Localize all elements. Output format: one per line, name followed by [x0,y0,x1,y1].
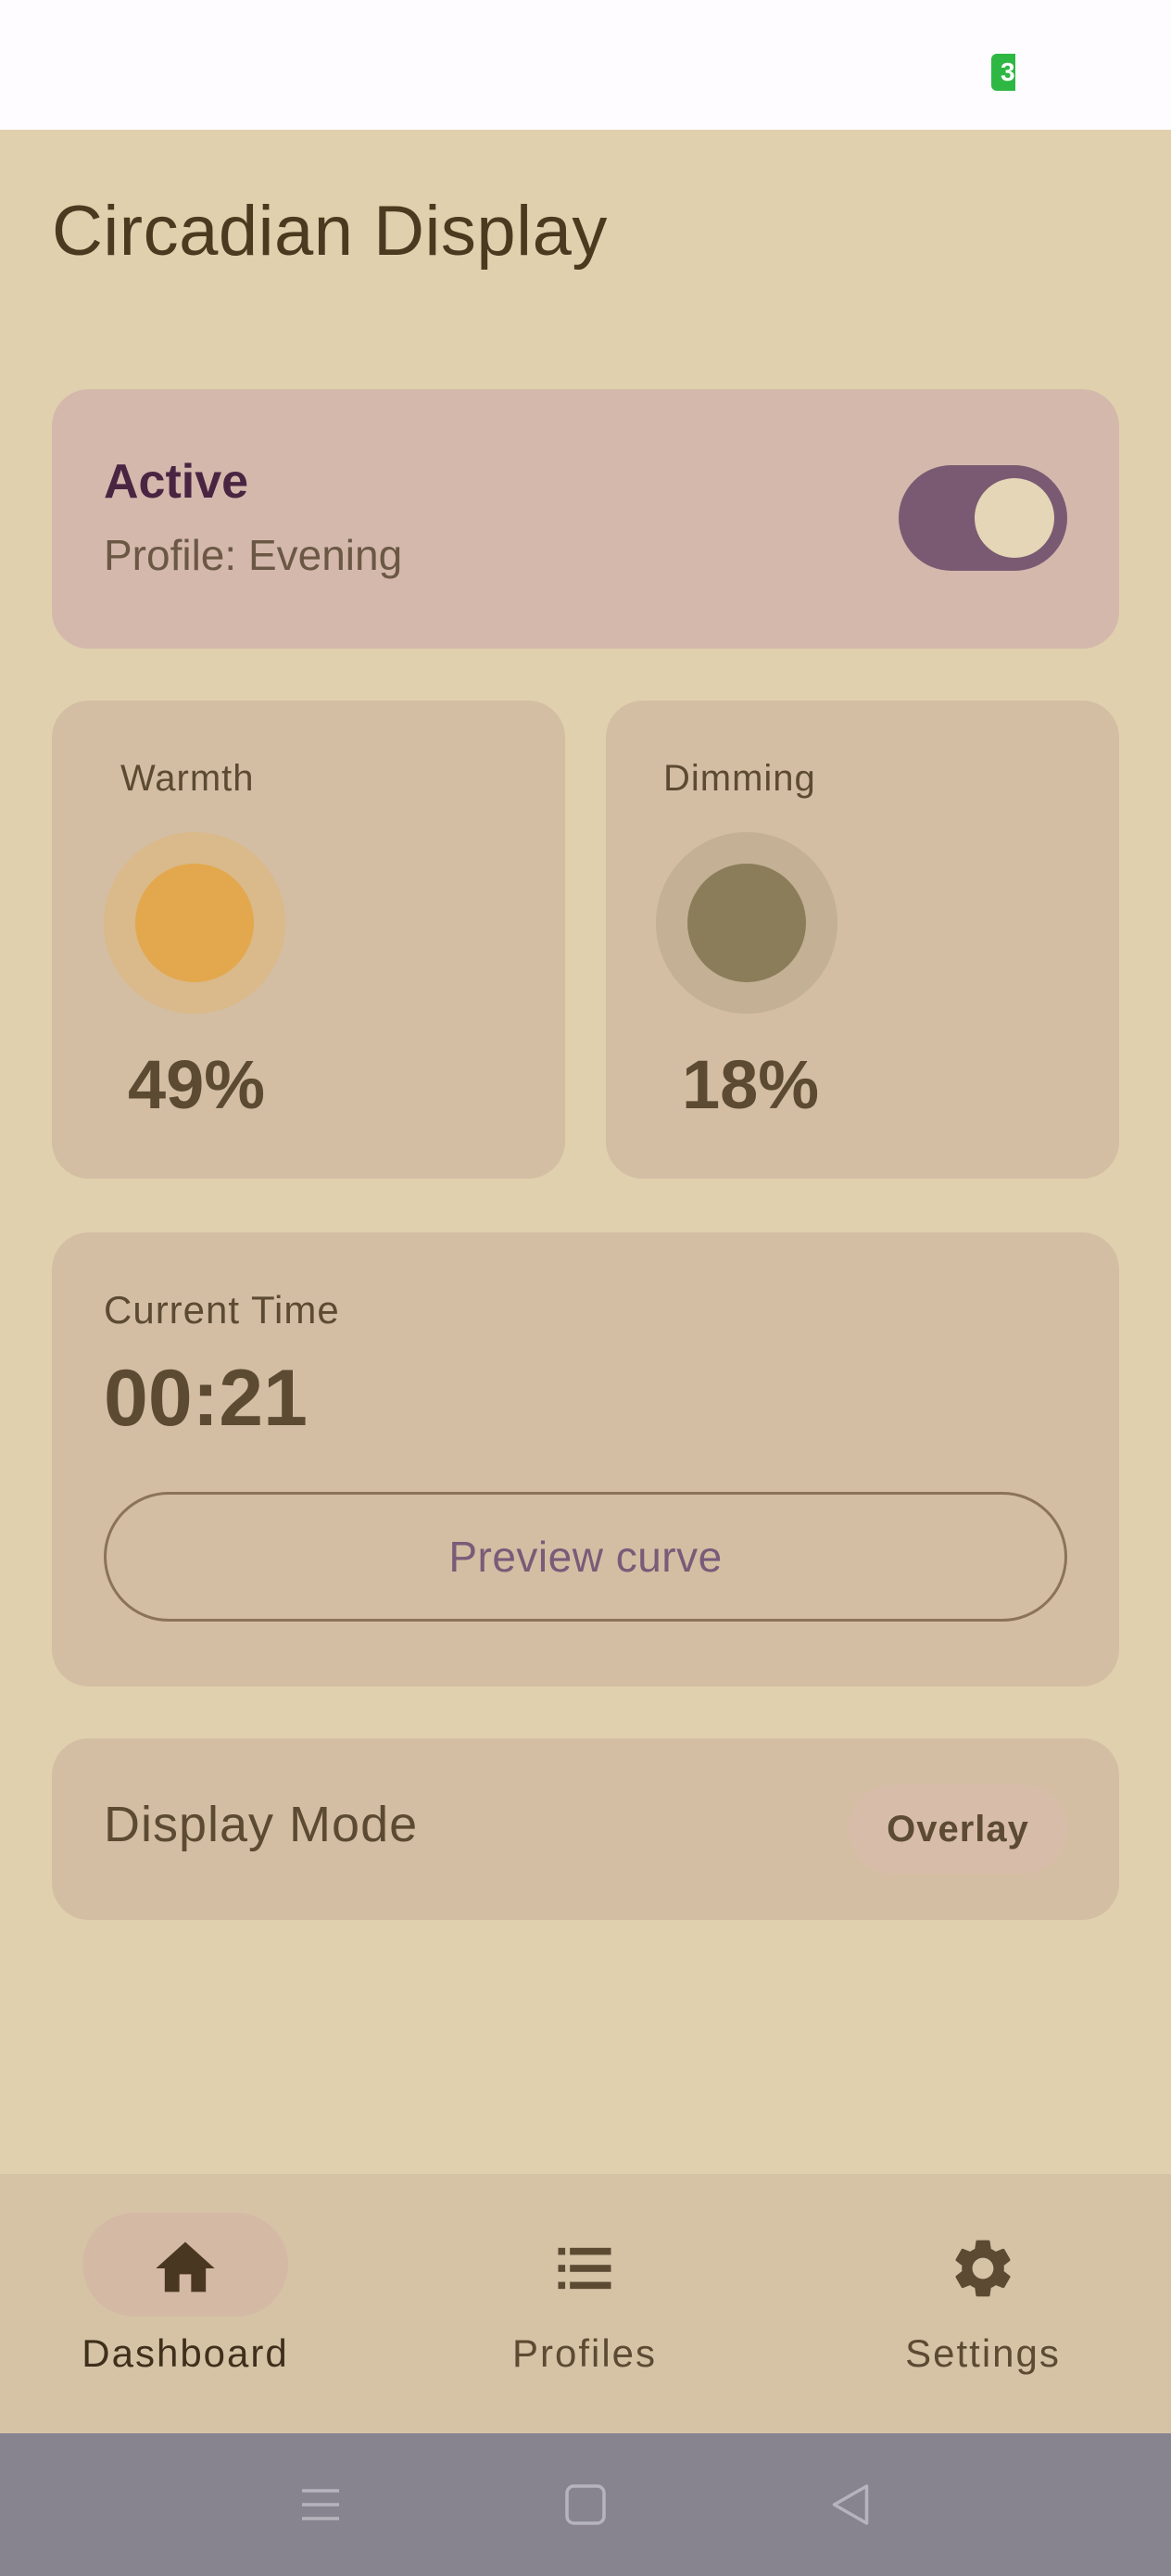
back-triangle-icon[interactable] [823,2477,878,2532]
warmth-dial-core [135,864,254,982]
list-icon [558,2247,611,2290]
status-bar: 3 [0,0,1171,130]
warmth-label: Warmth [120,758,255,799]
dimming-value: 18% [682,1046,820,1123]
page-title: Circadian Display [52,192,608,271]
nav-item-profiles[interactable]: Profiles [446,2174,724,2433]
warmth-dial-icon [104,832,285,1014]
current-time-label: Current Time [104,1288,340,1332]
nav-item-dashboard[interactable]: Dashboard [46,2174,324,2433]
system-nav-bar [0,2433,1171,2576]
display-mode-chip[interactable]: Overlay [849,1785,1067,1874]
display-mode-card[interactable]: Display Mode Overlay [52,1738,1119,1920]
active-status-title: Active [104,455,249,509]
home-square-icon[interactable] [558,2477,613,2532]
preview-curve-button[interactable]: Preview curve [104,1492,1067,1622]
battery-icon: 3 [991,54,1015,91]
active-status-card: Active Profile: Evening [52,389,1119,649]
dimming-dial-core [687,864,806,982]
warmth-card[interactable]: Warmth 49% [52,701,565,1179]
nav-label-settings: Settings [905,2331,1061,2375]
bottom-nav: Dashboard Profiles Settings [0,2174,1171,2433]
active-profile-label: Profile: Evening [104,531,403,579]
gear-icon [955,2240,1011,2297]
nav-label-dashboard: Dashboard [82,2331,289,2375]
toggle-knob [975,478,1054,558]
nav-label-profiles: Profiles [511,2331,658,2375]
active-toggle[interactable] [899,465,1067,571]
current-time-card: Current Time 00:21 Preview curve [52,1232,1119,1686]
dimming-label: Dimming [663,758,816,799]
current-time-value: 00:21 [104,1354,308,1443]
battery-level: 3 [1001,57,1015,86]
dimming-dial-icon [656,832,837,1014]
warmth-value: 49% [128,1046,266,1123]
menu-icon[interactable] [293,2477,348,2532]
nav-item-settings[interactable]: Settings [844,2174,1122,2433]
home-icon [156,2241,215,2292]
display-mode-label: Display Mode [104,1797,419,1852]
dimming-card[interactable]: Dimming 18% [606,701,1119,1179]
